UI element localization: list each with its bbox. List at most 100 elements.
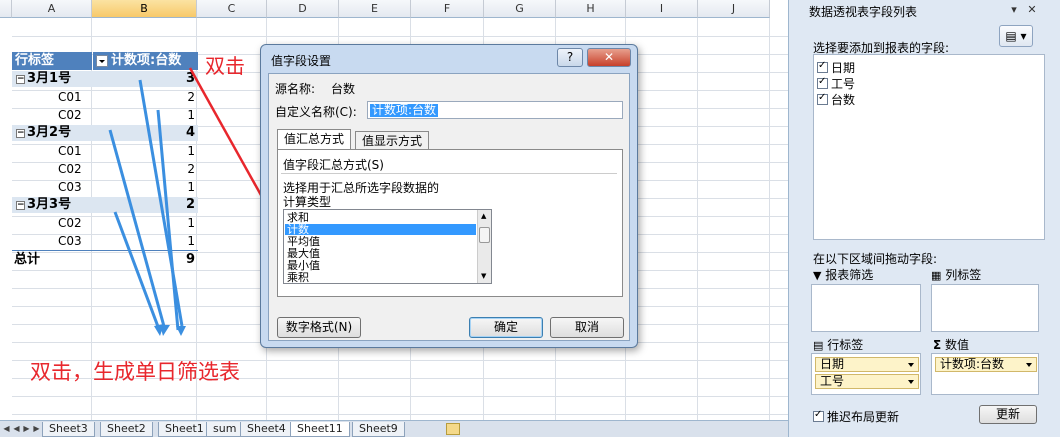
pivot-group-value[interactable]: 4 [150,124,195,142]
value-field-pill[interactable]: 计数项:台数 [935,357,1037,372]
sheet-tab-sheet2[interactable]: Sheet2 [100,422,153,437]
calc-type-option[interactable]: 最小值 [285,260,476,271]
column-header-i[interactable]: I [626,0,698,18]
layout-options-button[interactable]: ▤ ▾ [999,25,1033,47]
pane-close-icon[interactable]: ✕ [1025,3,1039,17]
scroll-up-icon[interactable]: ▲ [481,212,486,220]
field-checkbox[interactable] [817,92,828,105]
defer-update-checkbox[interactable] [813,409,824,422]
field-checkbox[interactable] [817,60,828,73]
last-sheet-icon[interactable]: ▶ [32,423,41,435]
column-header-h[interactable]: H [556,0,626,18]
calc-type-listbox[interactable]: 求和 计数 平均值 最大值 最小值 乘积 ▲ ▼ [283,209,492,284]
report-filter-area[interactable] [811,284,921,332]
insert-sheet-icon[interactable] [446,423,460,435]
pivot-item-value[interactable]: 2 [150,88,195,106]
pivot-item-value[interactable]: 2 [150,160,195,178]
sheet-tab-sheet3[interactable]: Sheet3 [42,422,95,437]
custom-name-input[interactable]: 计数项:台数 [367,101,623,119]
pivot-item-value[interactable]: 1 [150,106,195,124]
field-checkbox[interactable] [817,76,828,89]
close-icon[interactable]: ✕ [587,48,631,67]
pivot-item-value[interactable]: 1 [150,214,195,232]
calc-type-option[interactable]: 求和 [285,212,476,223]
tab-show-values-as[interactable]: 值显示方式 [355,131,430,150]
number-format-button[interactable]: 数字格式(N) [277,317,361,338]
pivot-item-label[interactable]: C02 [58,106,98,124]
dropdown-icon[interactable] [908,363,914,367]
pivot-group-value[interactable]: 3 [150,70,195,88]
tab-summarize-by[interactable]: 值汇总方式 [277,129,352,150]
source-name-value: 台数 [331,82,356,96]
ok-button[interactable]: 确定 [469,317,543,338]
dropdown-icon[interactable] [1026,363,1032,367]
column-header-e[interactable]: E [339,0,411,18]
scroll-thumb[interactable] [479,227,490,243]
calc-type-option[interactable]: 平均值 [285,236,476,247]
column-header-d[interactable]: D [267,0,339,18]
column-labels-area[interactable] [931,284,1039,332]
next-sheet-icon[interactable]: ▶ [22,423,31,435]
excel-window: ABCDEFGHIJ 行标签 计数项:台数 −3月1号 3 C01 2 C02 1 −3月2… [0,0,1060,437]
pivot-item-label[interactable]: C02 [58,214,98,232]
sheet-tab-sum[interactable]: sum [206,422,244,437]
listbox-scrollbar[interactable]: ▲ ▼ [477,210,491,283]
pivot-item-value[interactable]: 1 [150,232,195,250]
update-button[interactable]: 更新 [979,405,1037,424]
sheet-tab-sheet4[interactable]: Sheet4 [240,422,293,437]
calc-type-option[interactable]: 乘积 [285,272,476,283]
collapse-icon[interactable]: − [16,201,25,210]
sheet-tab-sheet1[interactable]: Sheet1 [158,422,211,437]
rows-icon: ▤ [813,339,824,352]
dropdown-icon[interactable] [908,380,914,384]
pivot-item-value[interactable]: 1 [150,142,195,160]
annotation-double-click: 双击 [205,54,245,78]
pivot-group-label[interactable]: −3月2号 [16,124,91,142]
pivot-item-label[interactable]: C01 [58,142,98,160]
grid-col-line [769,18,770,420]
pivot-item-value[interactable]: 1 [150,178,195,196]
row-field-pill[interactable]: 日期 [815,357,919,372]
defer-update-row[interactable]: 推迟布局更新 [813,408,899,425]
row-field-pill[interactable]: 工号 [815,374,919,389]
field-item[interactable]: 工号 [817,75,855,92]
calc-type-option[interactable]: 最大值 [285,248,476,259]
pivot-value-header[interactable]: 计数项:台数 [93,52,198,70]
filter-dropdown-icon[interactable] [96,54,108,67]
collapse-icon[interactable]: − [16,129,25,138]
collapse-icon[interactable]: − [16,75,25,84]
scroll-down-icon[interactable]: ▼ [481,272,486,280]
column-header-g[interactable]: G [484,0,556,18]
column-header-f[interactable]: F [411,0,484,18]
column-header-j[interactable]: J [698,0,770,18]
pivot-group-label[interactable]: −3月3号 [16,196,91,214]
column-header-a[interactable]: A [12,0,92,18]
pivot-row-label-header[interactable]: 行标签 [12,52,92,70]
first-sheet-icon[interactable]: ◀ [2,423,11,435]
section-divider [281,173,617,174]
calc-type-option[interactable]: 计数 [285,224,476,235]
cancel-button[interactable]: 取消 [550,317,624,338]
pivot-item-label[interactable]: C02 [58,160,98,178]
pivot-item-label[interactable]: C03 [58,232,98,250]
filter-icon: ▼ [813,269,822,282]
column-header-c[interactable]: C [197,0,267,18]
pivot-total-value[interactable]: 9 [150,251,195,269]
grid-row-line [12,414,788,415]
pivot-group-label[interactable]: −3月1号 [16,70,91,88]
sheet-tab-sheet9[interactable]: Sheet9 [352,422,405,437]
prev-sheet-icon[interactable]: ◀ [12,423,21,435]
pivot-total-label: 总计 [14,252,41,267]
pivot-item-label[interactable]: C01 [58,88,98,106]
select-all-corner[interactable] [0,0,12,18]
pivot-item-label[interactable]: C03 [58,178,98,196]
field-item[interactable]: 台数 [817,91,855,108]
help-icon[interactable]: ? [557,48,583,67]
row-field-name: 工号 [820,374,845,388]
columns-icon: ▦ [931,269,942,282]
field-item[interactable]: 日期 [817,59,855,76]
column-header-b[interactable]: B [92,0,197,18]
pivot-group-value[interactable]: 2 [150,196,195,214]
pane-menu-icon[interactable]: ▾ [1007,3,1021,17]
sheet-tab-sheet11[interactable]: Sheet11 [290,422,350,437]
